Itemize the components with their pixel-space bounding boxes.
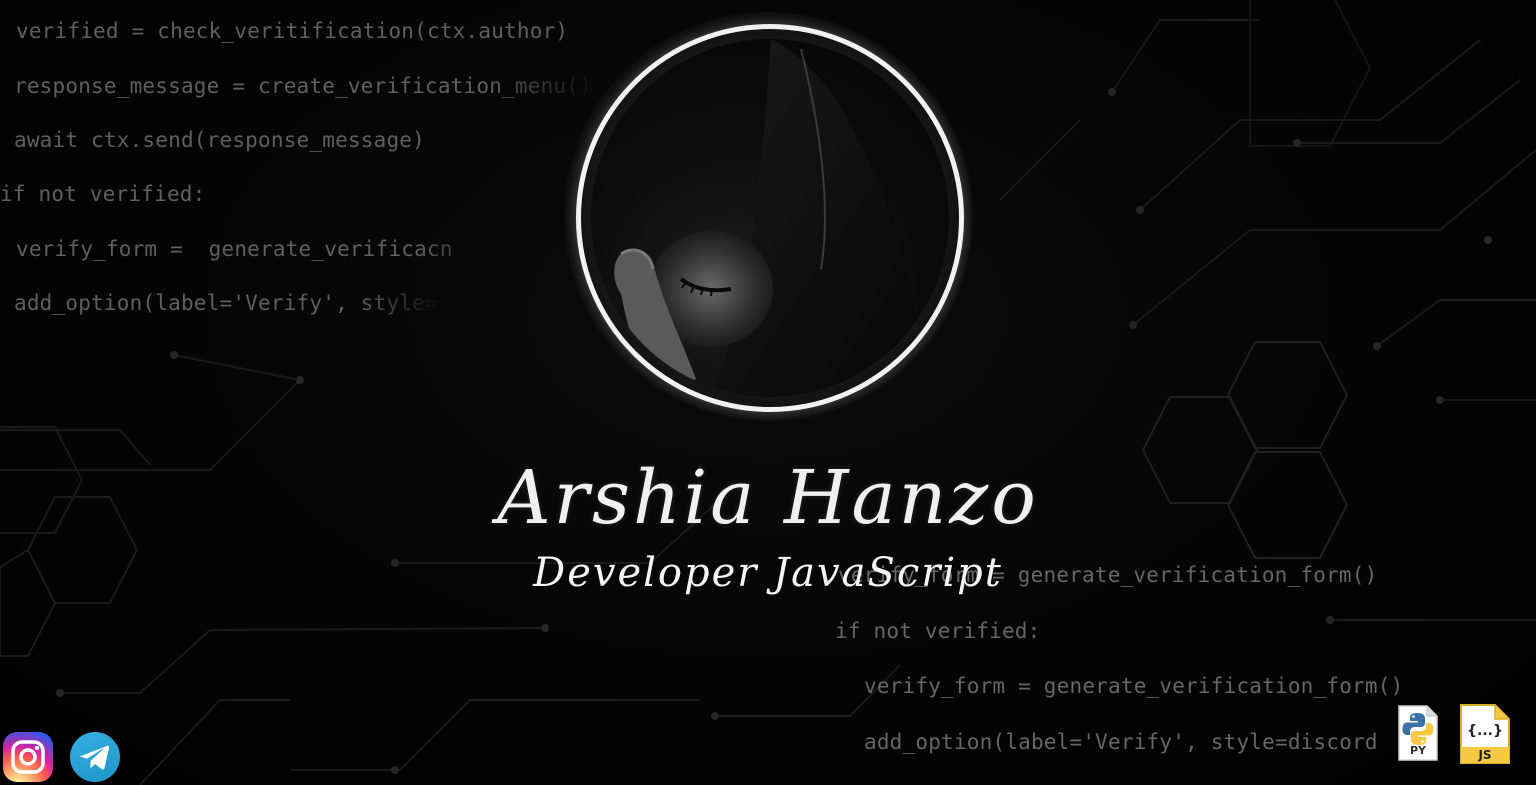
code-line: verified = check_veritification(ctx.auth… [16, 19, 569, 43]
avatar [591, 39, 949, 397]
telegram-icon [79, 745, 110, 770]
code-line: if not verified: [0, 182, 206, 206]
python-file-badge[interactable]: PY [1397, 704, 1439, 762]
code-line: if not verified: [835, 619, 1041, 643]
javascript-badge-label: JS [1478, 748, 1492, 762]
profile-role: Developer JavaScript [533, 550, 1003, 596]
instagram-link[interactable] [3, 732, 53, 782]
code-line: add_option(label='Verify', style= [14, 291, 438, 315]
instagram-icon [11, 740, 45, 774]
python-badge-label: PY [1409, 744, 1427, 757]
telegram-link[interactable] [70, 732, 120, 782]
portfolio-hero: verified = check_veritification(ctx.auth… [0, 0, 1536, 785]
avatar-portrait [614, 39, 949, 397]
code-line: verify_form = generate_verificacn [16, 237, 453, 261]
profile-name: Arshia Hanzo [497, 455, 1039, 541]
javascript-file-badge[interactable]: {...} JS [1459, 703, 1511, 765]
code-line: verify_form = generate_verification_form… [864, 674, 1404, 698]
javascript-braces: {...} [1467, 723, 1503, 739]
code-line: add_option(label='Verify', style=discord [864, 730, 1378, 754]
code-line: await ctx.send(response_message) [14, 128, 425, 152]
code-line: response_message = create_verification_m… [14, 74, 592, 98]
